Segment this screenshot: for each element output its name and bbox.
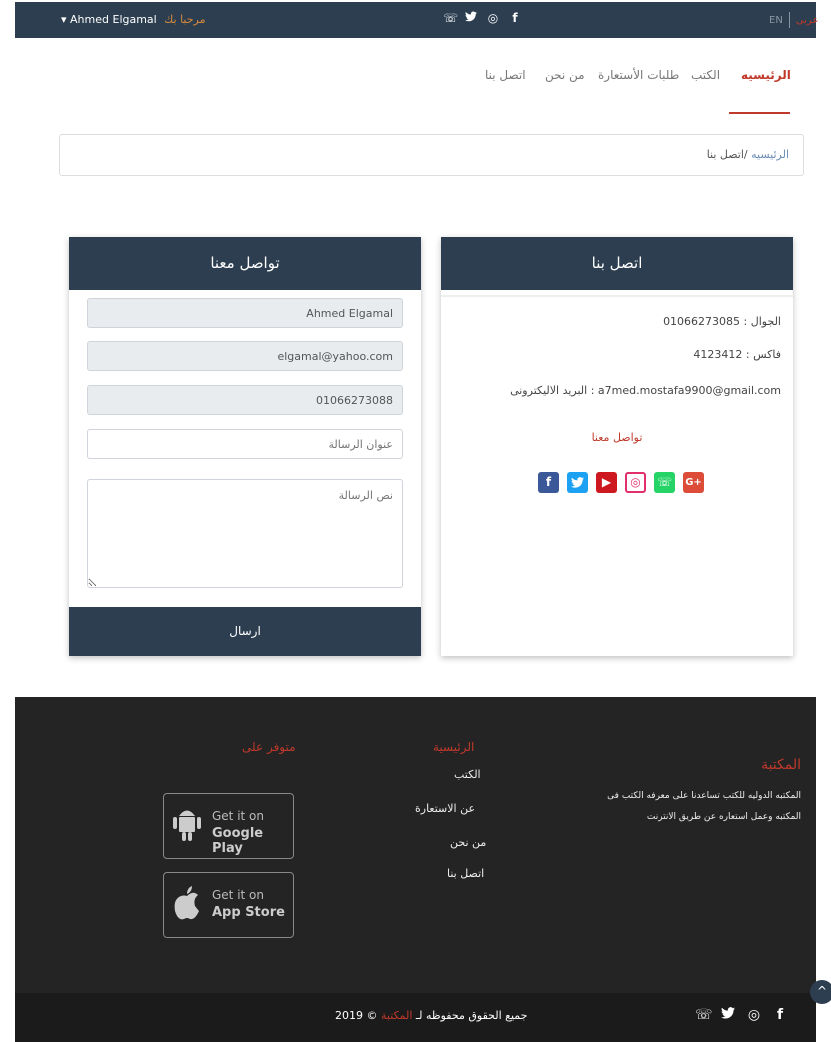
social-icons-row: f ▶ ◎ ☏ G+ [538,472,704,493]
topbar: ▾ Ahmed Elgamal مرحبا بك ☏ ◎ f EN عربى [0,0,831,38]
twitter-icon[interactable] [721,1007,735,1023]
breadcrumb-text: الرئيسيه /اتصل بنا [707,148,789,161]
copyright-text: جميع الحقوق محفوظه لـ [415,1009,528,1022]
footer-links-title[interactable]: الرئيسية [433,740,474,754]
mobile-info: الجوال : 01066273085 [663,315,781,328]
instagram-icon[interactable]: ◎ [747,1007,761,1023]
bottom-social-icons: ☏ ◎ f [695,1007,787,1023]
fax-info: فاكس : 4123412 [693,348,781,361]
footer: المكتبة المكتبه الدوليه للكتب تساعدنا عل… [15,697,816,993]
topbar-inner: ▾ Ahmed Elgamal مرحبا بك ☏ ◎ f EN عربى [15,2,818,38]
breadcrumb-home-link[interactable]: الرئيسيه [751,148,789,161]
footer-link-borrow[interactable]: عن الاستعارة [415,802,475,815]
contact-form-card: تواصل معنا ارسال [69,237,421,656]
app-store-small-text: Get it on [212,888,265,902]
nav-item-home[interactable]: الرئيسيه [741,68,791,82]
google-play-big-text: Google Play [212,826,264,856]
language-switcher: EN عربى [769,12,818,28]
contact-form-title: تواصل معنا [69,237,421,290]
bottom-bar: جميع الحقوق محفوظه لـ المكتبة © 2019 ☏ ◎… [15,993,816,1042]
footer-about-line1: المكتبه الدوليه للكتب تساعدنا على معرفه … [607,791,801,801]
nav-item-borrow-requests[interactable]: طلبات الأستعارة [598,68,679,82]
instagram-icon[interactable]: ◎ [625,472,646,493]
lang-en-link[interactable]: EN [769,15,783,26]
copyright: جميع الحقوق محفوظه لـ المكتبة © 2019 [335,1009,527,1022]
top-social-icons: ☏ ◎ f [443,11,521,25]
app-store-big-text: App Store [212,905,285,920]
user-menu[interactable]: ▾ Ahmed Elgamal مرحبا بك [61,13,206,26]
apple-icon [174,886,199,920]
facebook-icon[interactable]: f [773,1007,787,1023]
twitter-icon[interactable] [465,11,477,25]
footer-about-line2: المكتبه وعمل استعاره عن طريق الانترنت [646,812,801,822]
android-icon [173,810,201,841]
facebook-icon[interactable]: f [538,472,559,493]
breadcrumb-current: اتصل بنا [706,148,744,161]
contact-info-card: اتصل بنا الجوال : 01066273085 فاكس : 412… [441,237,793,656]
instagram-icon[interactable]: ◎ [487,11,499,25]
card-divider [441,295,793,297]
google-play-button[interactable]: Get it on Google Play [163,793,294,859]
footer-link-about[interactable]: من نحن [450,836,486,849]
contact-info-title: اتصل بنا [441,237,793,290]
chevron-up-icon: ^ [816,984,828,998]
nav-item-books[interactable]: الكتب [691,68,720,82]
send-button[interactable]: ارسال [69,607,421,656]
app-store-button[interactable]: Get it on App Store [163,872,294,938]
email-info: البريد الاليكترونى : a7med.mostafa9900@g… [510,384,781,397]
footer-link-contact[interactable]: اتصل بنا [447,867,484,880]
copyright-year: © 2019 [335,1009,378,1022]
whatsapp-icon[interactable]: ☏ [695,1007,713,1023]
user-name: Ahmed Elgamal [70,13,157,26]
lang-separator [788,12,790,28]
twitter-icon[interactable] [567,472,588,493]
message-textarea[interactable] [87,479,403,588]
footer-available-title: متوفر على [242,740,296,754]
footer-about-title: المكتبة [761,757,801,773]
breadcrumb: الرئيسيه /اتصل بنا [59,134,804,176]
nav-item-contact[interactable]: اتصل بنا [485,68,526,82]
nav-item-about[interactable]: من نحن [545,68,585,82]
caret-down-icon: ▾ [61,13,67,26]
welcome-text: مرحبا بك [164,13,206,26]
contact-us-link[interactable]: تواصل معنا [441,431,793,444]
nav-active-underline [729,112,790,114]
subject-input[interactable] [87,429,403,459]
whatsapp-icon[interactable]: ☏ [654,472,675,493]
footer-link-books[interactable]: الكتب [454,768,481,781]
google-play-small-text: Get it on [212,809,265,823]
youtube-icon[interactable]: ▶ [596,472,617,493]
google-plus-icon[interactable]: G+ [683,472,704,493]
email-field[interactable] [87,341,403,371]
phone-field[interactable] [87,385,403,415]
lang-ar-link[interactable]: عربى [796,15,819,26]
whatsapp-icon[interactable]: ☏ [443,11,458,25]
main-nav: الرئيسيه الكتب طلبات الأستعارة من نحن ات… [0,62,831,92]
scroll-to-top-button[interactable]: ^ [810,980,831,1004]
facebook-icon[interactable]: f [509,11,521,25]
copyright-brand: المكتبة [381,1009,413,1022]
name-field[interactable] [87,298,403,328]
